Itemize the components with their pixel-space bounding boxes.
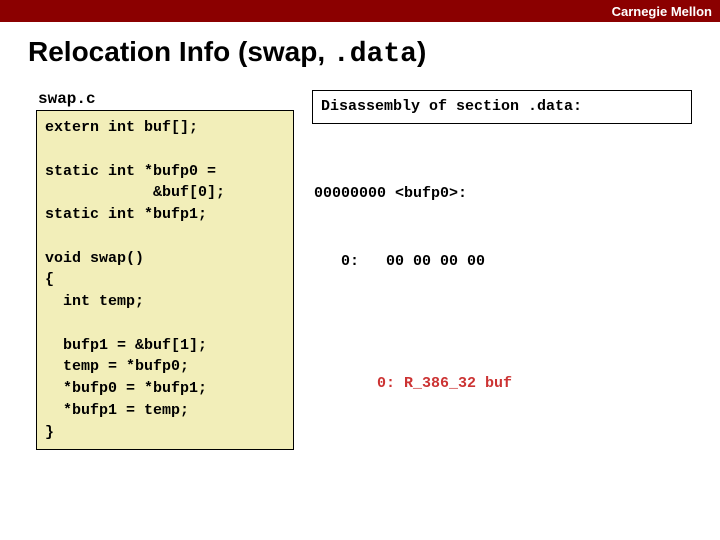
title-suffix: ) (417, 36, 426, 67)
disasm-header-box: Disassembly of section .data: (312, 90, 692, 124)
source-code-box: extern int buf[]; static int *bufp0 = &b… (36, 110, 294, 450)
left-column: swap.c extern int buf[]; static int *buf… (36, 90, 294, 450)
reloc-entry: 0: R_386_32 buf (314, 373, 692, 396)
right-column: Disassembly of section .data: 00000000 <… (312, 90, 692, 450)
disasm-block: 00000000 <bufp0>: 0: 00 00 00 00 0: R_38… (312, 138, 692, 441)
disasm-label-line: 00000000 <bufp0>: (314, 183, 692, 206)
content-area: swap.c extern int buf[]; static int *buf… (0, 80, 720, 450)
title-prefix: Relocation Info (swap, (28, 36, 333, 67)
disasm-bytes-line: 0: 00 00 00 00 (314, 251, 692, 274)
topbar: Carnegie Mellon (0, 0, 720, 22)
spacer (314, 318, 692, 328)
brand-label: Carnegie Mellon (612, 4, 712, 19)
slide-title: Relocation Info (swap, .data) (0, 22, 720, 80)
source-filename: swap.c (36, 90, 294, 108)
title-mono: .data (333, 39, 417, 70)
